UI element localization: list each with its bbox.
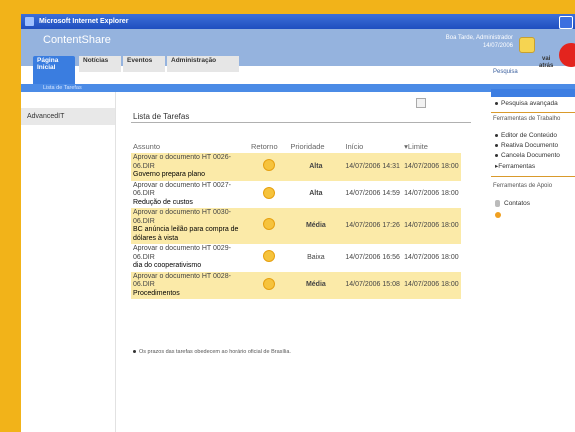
col-retorno[interactable]: Retorno [249, 140, 288, 153]
table-row[interactable]: Aprovar o documento HT 0027-06.DIR Reduçã… [131, 180, 461, 208]
footnote-text: Os prazos das tarefas obedecem ao horári… [139, 349, 291, 355]
col-inicio[interactable]: Início [343, 140, 402, 153]
bullet-icon [495, 133, 498, 137]
greeting-text: Boa Tarde, Administrador [445, 35, 513, 41]
bullet-icon [495, 101, 498, 105]
priority-badge: Alta [288, 153, 344, 181]
col-limite[interactable]: ▾Limite [402, 140, 461, 153]
tool-link[interactable]: Editor de Conteúdo [495, 132, 557, 139]
tab-pagina-inicial[interactable]: Página Inicial [33, 56, 75, 84]
col-assunto[interactable]: Assunto [131, 140, 249, 153]
divider [491, 112, 575, 113]
person-icon [495, 200, 500, 207]
retorno-icon [262, 159, 275, 171]
back-label: atrás [539, 63, 554, 69]
table-row[interactable]: Aprovar o documento HT 0028-06.DIR Proced… [131, 271, 461, 299]
start-date: 14/07/2006 14:59 [343, 180, 403, 208]
task-panel: Lista de Tarefas Assunto Retorno Priorid… [121, 92, 491, 432]
due-date: 14/07/2006 18:00 [402, 271, 461, 299]
window-titlebar: Microsoft Internet Explorer [21, 14, 575, 29]
tools-heading: Ferramentas de Trabalho [493, 116, 561, 122]
retorno-icon [262, 277, 275, 290]
support-heading: Ferramentas de Apoio [493, 183, 553, 189]
tab-bar: Página Inicial Notícias Eventos Administ… [21, 56, 575, 92]
due-date: 14/07/2006 18:00 [402, 244, 461, 272]
tab-noticias[interactable]: Notícias [79, 56, 121, 72]
tab-administracao[interactable]: Administração [167, 56, 239, 72]
bullet-icon [495, 143, 498, 147]
task-link[interactable]: Aprovar o documento HT 0026-06.DIR [133, 154, 231, 170]
ie-icon [25, 17, 34, 26]
task-subject: Governo prepara plano [133, 171, 205, 178]
task-subject: Procedimentos [133, 289, 180, 297]
priority-badge: Alta [288, 180, 344, 208]
footnote: Os prazos das tarefas obedecem ao horári… [133, 349, 291, 355]
divider [491, 176, 575, 177]
minimize-button[interactable] [559, 16, 573, 29]
task-link[interactable]: Aprovar o documento HT 0029-06.DIR [133, 245, 231, 261]
greeting-date: 14/07/2006 [482, 43, 513, 49]
go-back-label[interactable]: vai atrás [539, 56, 553, 70]
start-date: 14/07/2006 15:08 [343, 271, 403, 299]
app-title: ContentShare [43, 34, 111, 46]
retorno-icon [262, 186, 275, 199]
task-subject: BC anúncia leilão para compra de dólares… [133, 226, 239, 242]
search-label: Pesquisa [493, 69, 518, 75]
start-date: 14/07/2006 17:26 [343, 208, 403, 244]
arrow-circle-icon[interactable] [495, 212, 501, 220]
more-tools-link[interactable]: ▸Ferramentas [495, 162, 535, 170]
task-link[interactable]: Aprovar o documento HT 0030-06.DIR [133, 209, 231, 225]
task-table: Assunto Retorno Prioridade Início ▾Limit… [131, 140, 461, 299]
table-row[interactable]: Aprovar o documento HT 0030-06.DIR BC anú… [131, 208, 461, 244]
nav-item-advancedit[interactable]: AdvancedIT [21, 108, 115, 125]
task-link[interactable]: Aprovar o documento HT 0028-06.DIR [133, 273, 231, 289]
priority-badge: Média [288, 271, 344, 299]
bullet-icon [495, 153, 498, 157]
priority-badge: Baixa [288, 244, 344, 272]
greeting: Boa Tarde, Administrador 14/07/2006 [373, 34, 513, 50]
panel-title: Lista de Tarefas [133, 112, 190, 121]
right-sidebar: Pesquisa avançada Ferramentas de Trabalh… [491, 89, 575, 432]
tab-eventos[interactable]: Eventos [123, 56, 165, 72]
task-subject: dia do cooperativismo [133, 262, 202, 269]
bullet-icon [133, 350, 136, 354]
tool-link[interactable]: Cancela Documento [495, 152, 560, 159]
due-date: 14/07/2006 18:00 [402, 208, 461, 244]
sub-nav-item[interactable]: Lista de Tarefas [43, 84, 82, 92]
due-date: 14/07/2006 18:00 [402, 153, 461, 181]
table-row[interactable]: Aprovar o documento HT 0029-06.DIR dia do… [131, 244, 461, 272]
home-icon[interactable] [519, 37, 535, 53]
start-date: 14/07/2006 16:56 [343, 244, 403, 272]
divider [131, 122, 471, 123]
table-row[interactable]: Aprovar o documento HT 0026-06.DIR Govern… [131, 153, 461, 181]
priority-badge: Média [288, 208, 344, 244]
left-nav: AdvancedIT [21, 92, 116, 432]
contacts-link[interactable]: Contatos [495, 200, 530, 207]
search-input[interactable] [491, 89, 575, 97]
due-date: 14/07/2006 18:00 [402, 180, 461, 208]
start-date: 14/07/2006 14:31 [343, 153, 403, 181]
window-title: Microsoft Internet Explorer [38, 18, 129, 25]
retorno-icon [262, 218, 275, 231]
go-label: vai [542, 56, 551, 62]
browser-window: Microsoft Internet Explorer ContentShare… [21, 14, 575, 432]
task-link[interactable]: Aprovar o documento HT 0027-06.DIR [133, 182, 231, 198]
checkbox-icon[interactable] [416, 98, 426, 108]
retorno-icon [262, 250, 275, 262]
task-subject: Redução de custos [133, 198, 193, 206]
advanced-search-link[interactable]: Pesquisa avançada [495, 100, 558, 107]
tool-link[interactable]: Reativa Documento [495, 142, 558, 149]
col-prioridade[interactable]: Prioridade [288, 140, 343, 153]
